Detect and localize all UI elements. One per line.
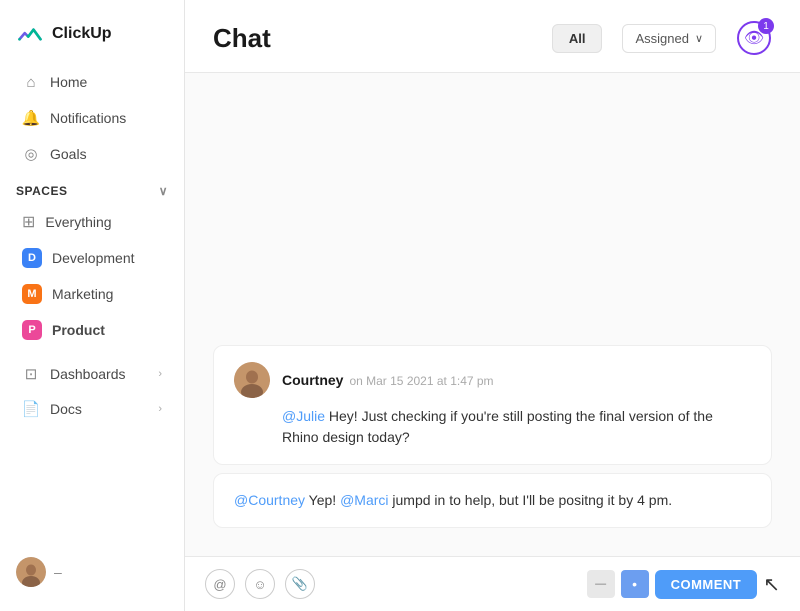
dashboards-label: Dashboards bbox=[50, 366, 126, 382]
marketing-label: Marketing bbox=[52, 286, 113, 302]
product-badge: P bbox=[22, 320, 42, 340]
page-title: Chat bbox=[213, 23, 271, 54]
dash-icon: — bbox=[595, 578, 606, 590]
sidebar-footer: – bbox=[0, 545, 184, 599]
input-area: @ ☺ 📎 — • COMMENT ↖ bbox=[185, 556, 800, 611]
bottom-nav: ⊡ Dashboards › 📄 Docs › bbox=[0, 356, 184, 427]
mention-courtney: @Courtney bbox=[234, 492, 305, 508]
comment-button[interactable]: COMMENT bbox=[655, 570, 758, 599]
dot-icon: • bbox=[632, 576, 637, 592]
action-square-2[interactable]: • bbox=[621, 570, 649, 598]
message-card-1: Courtney on Mar 15 2021 at 1:47 pm @Juli… bbox=[213, 345, 772, 465]
filter-assigned-button[interactable]: Assigned ∨ bbox=[622, 24, 716, 53]
main-header: Chat All Assigned ∨ 👁 1 bbox=[185, 0, 800, 73]
sidebar-item-product[interactable]: P Product bbox=[6, 313, 178, 347]
action-square-1[interactable]: — bbox=[587, 570, 615, 598]
mention-julie: @Julie bbox=[282, 408, 325, 424]
logo-icon bbox=[16, 20, 44, 48]
user-avatar[interactable] bbox=[16, 557, 46, 587]
notification-badge: 1 bbox=[758, 18, 774, 34]
nav-goals-label: Goals bbox=[50, 146, 87, 162]
development-badge: D bbox=[22, 248, 42, 268]
sidebar-item-marketing[interactable]: M Marketing bbox=[6, 277, 178, 311]
nav-notifications[interactable]: 🔔 Notifications bbox=[6, 101, 178, 135]
chevron-right-icon: › bbox=[158, 368, 162, 380]
attachment-button[interactable]: 📎 bbox=[285, 569, 315, 599]
spaces-header: Spaces ∨ bbox=[0, 172, 184, 204]
user-mention-button[interactable]: @ bbox=[205, 569, 235, 599]
goals-icon: ◎ bbox=[22, 145, 40, 163]
message-meta-1: Courtney on Mar 15 2021 at 1:47 pm bbox=[282, 372, 494, 388]
nav-notifications-label: Notifications bbox=[50, 110, 126, 126]
message-time-1: on Mar 15 2021 at 1:47 pm bbox=[349, 374, 493, 388]
eye-badge-container: 👁 1 bbox=[736, 20, 772, 56]
sidebar: ClickUp ⌂ Home 🔔 Notifications ◎ Goals S… bbox=[0, 0, 185, 611]
main-content: Chat All Assigned ∨ 👁 1 bbox=[185, 0, 800, 611]
message-header-1: Courtney on Mar 15 2021 at 1:47 pm bbox=[234, 362, 751, 398]
emoji-icon: ☺ bbox=[253, 577, 266, 592]
everything-label: Everything bbox=[45, 214, 111, 230]
input-icons: @ ☺ 📎 bbox=[205, 569, 315, 599]
chevron-right-icon-docs: › bbox=[158, 403, 162, 415]
logo-area: ClickUp bbox=[0, 12, 184, 64]
nav-home[interactable]: ⌂ Home bbox=[6, 65, 178, 99]
marketing-badge: M bbox=[22, 284, 42, 304]
reply-body-1: @Courtney Yep! @Marci jumpd in to help, … bbox=[234, 490, 751, 511]
input-actions: — • COMMENT ↖ bbox=[587, 570, 780, 599]
home-icon: ⌂ bbox=[22, 73, 40, 91]
docs-icon: 📄 bbox=[22, 400, 40, 418]
docs-label: Docs bbox=[50, 401, 82, 417]
user-menu-dot: – bbox=[54, 564, 62, 580]
nav-goals[interactable]: ◎ Goals bbox=[6, 137, 178, 171]
paperclip-icon: 📎 bbox=[292, 576, 308, 592]
dashboard-icon: ⊡ bbox=[22, 365, 40, 383]
filter-all-button[interactable]: All bbox=[552, 24, 603, 53]
logo-text: ClickUp bbox=[52, 25, 112, 43]
sidebar-item-development[interactable]: D Development bbox=[6, 241, 178, 275]
development-label: Development bbox=[52, 250, 135, 266]
at-icon: @ bbox=[213, 577, 226, 592]
cursor-icon: ↖ bbox=[763, 572, 780, 597]
bell-icon: 🔔 bbox=[22, 109, 40, 127]
nav-docs[interactable]: 📄 Docs › bbox=[6, 392, 178, 426]
nav-home-label: Home bbox=[50, 74, 87, 90]
emoji-button[interactable]: ☺ bbox=[245, 569, 275, 599]
sidebar-item-everything[interactable]: ⊞ Everything bbox=[6, 205, 178, 239]
courtney-avatar bbox=[234, 362, 270, 398]
assigned-chevron-icon: ∨ bbox=[695, 32, 703, 45]
message-author-1: Courtney bbox=[282, 372, 343, 388]
chevron-down-icon: ∨ bbox=[159, 184, 168, 198]
grid-icon: ⊞ bbox=[22, 212, 35, 232]
product-label: Product bbox=[52, 322, 105, 338]
nav-dashboards[interactable]: ⊡ Dashboards › bbox=[6, 357, 178, 391]
reply-card-1: @Courtney Yep! @Marci jumpd in to help, … bbox=[213, 473, 772, 528]
mention-marci: @Marci bbox=[340, 492, 388, 508]
message-body-1: @Julie Hey! Just checking if you're stil… bbox=[234, 406, 751, 448]
chat-area: Courtney on Mar 15 2021 at 1:47 pm @Juli… bbox=[185, 73, 800, 556]
